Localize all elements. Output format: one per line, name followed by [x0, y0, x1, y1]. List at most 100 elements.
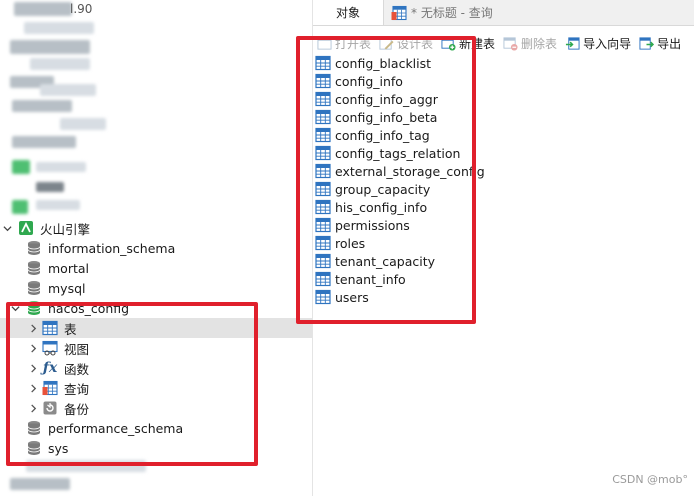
blurred-connection: [10, 478, 70, 490]
chevron-right-icon[interactable]: [28, 323, 38, 333]
table-icon: [315, 235, 331, 251]
import-wizard-label: 导入向导: [583, 36, 632, 51]
open-table-label: 打开表: [335, 36, 372, 51]
database-label: sys: [48, 440, 69, 456]
table-item[interactable]: roles: [315, 234, 365, 252]
table-item[interactable]: config_info: [315, 72, 403, 90]
design-table-button[interactable]: 设计表: [379, 35, 433, 52]
new-table-label: 新建表: [459, 36, 496, 51]
blurred-connection-icon: [12, 200, 28, 214]
chevron-right-icon[interactable]: [28, 403, 38, 413]
connection-volcano-engine[interactable]: 火山引擎: [0, 218, 312, 238]
table-item[interactable]: config_tags_relation: [315, 144, 460, 162]
table-item[interactable]: config_blacklist: [315, 54, 431, 72]
table-name: roles: [335, 235, 366, 251]
database-sys[interactable]: sys: [0, 438, 312, 458]
database-nacos-config[interactable]: nacos_config: [0, 298, 312, 318]
tree-node-tables[interactable]: 表: [0, 318, 312, 338]
delete-table-button[interactable]: 删除表: [503, 35, 557, 52]
blurred-connection-icon: [12, 160, 30, 174]
export-wizard-label: 导出: [657, 36, 682, 51]
open-table-button[interactable]: 打开表: [317, 35, 371, 52]
table-name: users: [335, 289, 369, 305]
tab-objects[interactable]: 对象: [313, 0, 384, 25]
table-icon: [315, 253, 331, 269]
table-name: config_info_tag: [335, 127, 430, 143]
watermark: CSDN @mob°: [612, 473, 688, 486]
import-wizard-button[interactable]: 导入向导: [565, 35, 631, 52]
tab-query-label: * 无标题 - 查询: [411, 6, 493, 20]
table-object-list: config_blacklist config_info config_info_a…: [313, 54, 694, 314]
import-icon: [565, 36, 580, 51]
table-item[interactable]: external_storage_config: [315, 162, 485, 180]
table-name: config_tags_relation: [335, 145, 461, 161]
blurred-connection: [10, 40, 90, 54]
new-table-button[interactable]: 新建表: [441, 35, 495, 52]
chevron-right-icon[interactable]: [28, 383, 38, 393]
table-item[interactable]: tenant_capacity: [315, 252, 435, 270]
database-icon: [26, 420, 42, 436]
database-mortal[interactable]: mortal: [0, 258, 312, 278]
tab-query[interactable]: * 无标题 - 查询: [385, 0, 641, 25]
table-name: permissions: [335, 217, 410, 233]
chevron-right-icon[interactable]: [28, 363, 38, 373]
connection-label: 火山引擎: [40, 221, 91, 237]
database-mysql[interactable]: mysql: [0, 278, 312, 298]
tree-node-label: 视图: [64, 341, 90, 357]
table-icon: [315, 109, 331, 125]
blurred-connection: [60, 118, 106, 130]
blurred-connection: [36, 162, 86, 172]
table-item[interactable]: his_config_info: [315, 198, 427, 216]
table-name: config_info_aggr: [335, 91, 438, 107]
blurred-connection: [30, 58, 90, 70]
table-icon: [315, 289, 331, 305]
table-icon: [315, 181, 331, 197]
table-name: group_capacity: [335, 181, 431, 197]
table-name: config_info: [335, 73, 403, 89]
table-icon: [315, 271, 331, 287]
table-icon: [315, 163, 331, 179]
table-item[interactable]: users: [315, 288, 369, 306]
database-label: nacos_config: [48, 300, 130, 316]
export-wizard-button[interactable]: 导出: [639, 35, 681, 52]
tree-node-label: 函数: [64, 361, 90, 377]
delete-table-icon: [503, 36, 518, 51]
connection-icon: [18, 220, 34, 236]
blurred-connection: [36, 200, 80, 210]
chevron-down-icon[interactable]: [2, 223, 12, 233]
tree-node-backups[interactable]: 备份: [0, 398, 312, 418]
tree-node-label: 查询: [64, 381, 90, 397]
chevron-right-icon[interactable]: [28, 343, 38, 353]
table-item[interactable]: permissions: [315, 216, 410, 234]
chevron-down-icon[interactable]: [10, 303, 20, 313]
view-icon: [42, 340, 58, 356]
database-performance-schema[interactable]: performance_schema: [0, 418, 312, 438]
table-item[interactable]: group_capacity: [315, 180, 430, 198]
partial-connection-text: l.90: [70, 2, 93, 16]
table-item[interactable]: config_info_tag: [315, 126, 430, 144]
function-icon: ƒx: [42, 360, 58, 376]
database-label: mortal: [48, 260, 89, 276]
query-tab-icon: [391, 5, 407, 21]
navigation-tree[interactable]: l.90 火山引擎 information_schema mortal mysq…: [0, 0, 313, 496]
table-icon: [42, 320, 58, 336]
tree-node-label: 备份: [64, 401, 90, 417]
table-item[interactable]: config_info_beta: [315, 108, 437, 126]
database-icon: [26, 440, 42, 456]
design-table-label: 设计表: [397, 36, 434, 51]
table-item[interactable]: config_info_aggr: [315, 90, 438, 108]
database-label: mysql: [48, 280, 86, 296]
table-name: config_info_beta: [335, 109, 438, 125]
tree-node-functions[interactable]: ƒx 函数: [0, 358, 312, 378]
new-table-icon: [441, 36, 456, 51]
table-item[interactable]: tenant_info: [315, 270, 406, 288]
tab-bar: 对象 * 无标题 - 查询: [313, 0, 694, 26]
table-name: config_blacklist: [335, 55, 432, 71]
table-icon: [315, 199, 331, 215]
database-information-schema[interactable]: information_schema: [0, 238, 312, 258]
database-label: information_schema: [48, 240, 176, 256]
table-icon: [315, 91, 331, 107]
table-icon: [315, 127, 331, 143]
tree-node-views[interactable]: 视图: [0, 338, 312, 358]
tree-node-queries[interactable]: 查询: [0, 378, 312, 398]
